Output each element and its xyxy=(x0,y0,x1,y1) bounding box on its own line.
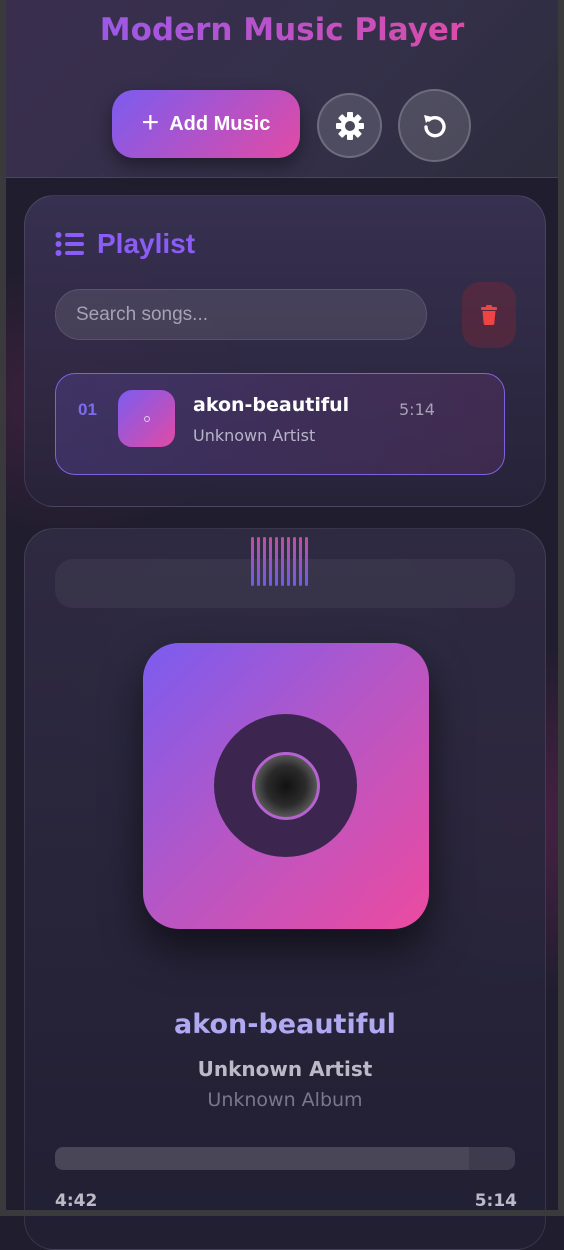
vinyl-disc-icon xyxy=(214,714,357,857)
track-number: 01 xyxy=(78,400,97,419)
clear-playlist-button[interactable] xyxy=(462,282,516,348)
visualizer-bar xyxy=(299,537,302,586)
disc-icon xyxy=(143,415,150,422)
disc-center xyxy=(251,751,320,820)
visualizer-bar xyxy=(257,537,260,586)
visualizer-bar xyxy=(263,537,266,586)
total-time: 5:14 xyxy=(474,1191,517,1211)
track-artist: Unknown Artist xyxy=(193,426,316,445)
playlist-title: Playlist xyxy=(97,228,196,259)
reset-button[interactable] xyxy=(398,89,471,162)
visualizer-bar xyxy=(281,537,284,586)
playlist-panel: Playlist 01 akon-beautiful Unknown Artis… xyxy=(24,195,546,507)
playlist-heading: Playlist xyxy=(55,228,195,260)
audio-visualizer xyxy=(251,537,308,586)
current-time: 4:42 xyxy=(55,1191,98,1211)
track-title: akon-beautiful xyxy=(193,394,350,416)
progress-fill xyxy=(55,1147,469,1170)
plus-icon: + xyxy=(141,105,160,139)
track-duration: 5:14 xyxy=(399,400,435,419)
visualizer-bar xyxy=(293,537,296,586)
track-thumbnail xyxy=(118,390,175,447)
list-icon xyxy=(55,232,84,256)
player-panel: akon-beautiful Unknown Artist Unknown Al… xyxy=(24,528,546,1250)
gear-icon xyxy=(335,111,364,140)
visualizer-bar xyxy=(269,537,272,586)
app-header: Modern Music Player + Add Music xyxy=(6,0,558,178)
refresh-icon xyxy=(423,114,446,137)
album-art xyxy=(143,643,429,929)
app-title: Modern Music Player xyxy=(6,12,558,48)
now-playing-album: Unknown Album xyxy=(207,1089,363,1111)
visualizer-bar xyxy=(287,537,290,586)
visualizer-bar xyxy=(305,537,308,586)
progress-bar[interactable] xyxy=(55,1147,515,1170)
visualizer-bar xyxy=(251,537,254,586)
add-music-label: Add Music xyxy=(169,112,271,135)
now-playing-artist: Unknown Artist xyxy=(197,1057,373,1081)
add-music-button[interactable]: + Add Music xyxy=(112,90,300,158)
now-playing-title: akon-beautiful xyxy=(174,1009,396,1040)
playlist-item[interactable]: 01 akon-beautiful Unknown Artist 5:14 xyxy=(55,373,505,475)
settings-button[interactable] xyxy=(317,93,382,158)
visualizer-bar xyxy=(275,537,278,586)
trash-icon xyxy=(481,305,497,325)
search-input[interactable] xyxy=(55,289,427,340)
